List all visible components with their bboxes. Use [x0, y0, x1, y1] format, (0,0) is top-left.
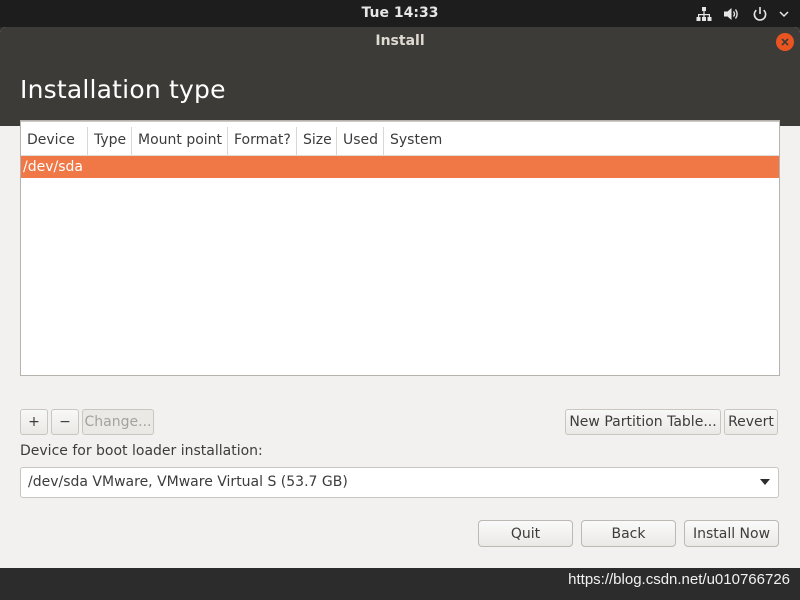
remove-partition-button[interactable]: −: [51, 409, 79, 435]
add-partition-button[interactable]: +: [20, 409, 48, 435]
bootloader-label: Device for boot loader installation:: [20, 443, 263, 459]
back-button[interactable]: Back: [581, 520, 676, 547]
clock[interactable]: Tue 14:33: [0, 5, 800, 21]
volume-icon[interactable]: [722, 5, 742, 23]
column-header-size[interactable]: Size: [297, 127, 337, 155]
new-partition-table-button[interactable]: New Partition Table...: [565, 409, 721, 435]
network-icon[interactable]: [694, 5, 714, 23]
watermark-text: https://blog.csdn.net/u010766726: [568, 571, 790, 588]
dropdown-arrow-icon: [760, 479, 770, 485]
page-title: Installation type: [20, 75, 226, 104]
table-cell-device: /dev/sda: [23, 159, 83, 175]
window-title: Install: [375, 33, 425, 49]
column-header-type[interactable]: Type: [88, 127, 132, 155]
bootloader-device-select[interactable]: /dev/sda VMware, VMware Virtual S (53.7 …: [20, 467, 779, 498]
column-header-mount-point[interactable]: Mount point: [132, 127, 228, 155]
partition-table[interactable]: Device Type Mount point Format? Size Use…: [20, 120, 780, 376]
table-header: Device Type Mount point Format? Size Use…: [21, 127, 779, 156]
column-header-format[interactable]: Format?: [228, 127, 297, 155]
table-row[interactable]: /dev/sda: [21, 156, 779, 178]
column-header-system[interactable]: System: [384, 127, 779, 155]
revert-button[interactable]: Revert: [724, 409, 778, 435]
top-panel: Tue 14:33: [0, 0, 800, 27]
close-button[interactable]: [776, 33, 794, 51]
bootloader-selected-value: /dev/sda VMware, VMware Virtual S (53.7 …: [28, 474, 348, 490]
chevron-down-icon[interactable]: [778, 5, 790, 23]
page-header: Installation type: [0, 55, 800, 126]
system-tray[interactable]: [686, 4, 790, 23]
quit-button[interactable]: Quit: [478, 520, 573, 547]
install-now-button[interactable]: Install Now: [684, 520, 779, 547]
divider: [21, 121, 779, 122]
change-partition-button[interactable]: Change...: [82, 409, 154, 435]
column-header-device[interactable]: Device: [21, 127, 88, 155]
window-titlebar[interactable]: Install: [0, 27, 800, 55]
column-header-used[interactable]: Used: [337, 127, 384, 155]
power-icon[interactable]: [750, 5, 770, 23]
close-icon: [781, 38, 789, 46]
